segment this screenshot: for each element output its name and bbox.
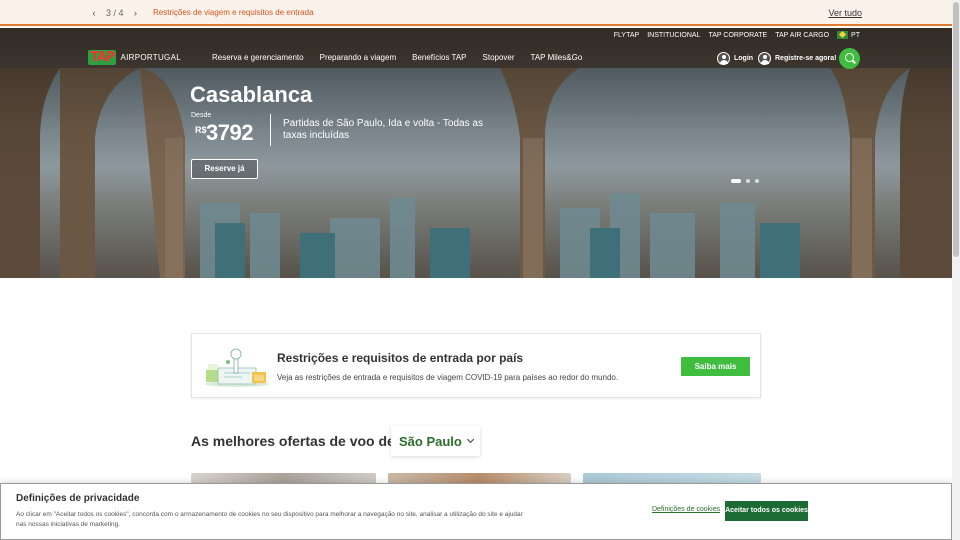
- nav-item-miles-go[interactable]: TAP Miles&Go: [531, 53, 583, 62]
- hero-currency: R$: [195, 125, 207, 135]
- privacy-text: Ao clicar em "Aceitar todos os cookies",…: [16, 511, 523, 528]
- top-link-tap-corporate[interactable]: TAP CORPORATE: [709, 32, 768, 39]
- user-icon: [717, 52, 730, 65]
- cookie-settings-link[interactable]: Definições de cookies: [652, 506, 720, 513]
- tap-logo-text: AIRPORTUGAL: [120, 53, 181, 62]
- top-utility-nav: FLYTAP INSTITUCIONAL TAP CORPORATE TAP A…: [614, 31, 860, 39]
- chevron-left-icon[interactable]: ‹: [88, 7, 100, 19]
- login-label: Login: [734, 55, 754, 62]
- carousel-dot-3[interactable]: [755, 179, 759, 183]
- register-label: Registre-se agora!: [775, 55, 837, 62]
- nav-item-stopover[interactable]: Stopover: [483, 53, 515, 62]
- user-add-icon: [758, 52, 771, 65]
- tap-logo-mark: TAP: [88, 50, 117, 65]
- learn-more-button[interactable]: Saiba mais: [681, 357, 750, 376]
- top-link-institucional[interactable]: INSTITUCIONAL: [647, 32, 700, 39]
- restrictions-title: Restrições e requisitos de entrada por p…: [277, 351, 524, 365]
- top-link-tap-air-cargo[interactable]: TAP AIR CARGO: [775, 32, 829, 39]
- register-button[interactable]: Registre-se agora!: [758, 52, 836, 65]
- hero-from-label: Desde: [191, 112, 212, 119]
- chevron-right-icon[interactable]: ›: [130, 7, 142, 19]
- hero-description: Partidas de São Paulo, Ida e volta - Tod…: [283, 118, 483, 141]
- travel-info-illustration: [205, 348, 269, 387]
- restrictions-text: Veja as restrições de entrada e requisit…: [277, 373, 619, 382]
- restrictions-card: Restrições e requisitos de entrada por p…: [191, 333, 761, 398]
- login-button[interactable]: Login: [717, 52, 753, 65]
- nav-item-reserva[interactable]: Reserva e gerenciamento: [212, 53, 304, 62]
- top-link-flytap[interactable]: FLYTAP: [614, 32, 639, 39]
- tap-logo[interactable]: TAP AIRPORTUGAL: [88, 50, 181, 65]
- hero-city-title: Casablanca: [190, 82, 313, 107]
- carousel-dot-1[interactable]: [731, 179, 741, 183]
- carousel-dot-2[interactable]: [746, 179, 750, 183]
- language-label: PT: [851, 31, 860, 39]
- hero-shade: [0, 28, 952, 278]
- carousel-indicators: [731, 179, 759, 183]
- notice-bar: ‹ 3 / 4 › Restrições de viagem e requisi…: [0, 0, 952, 26]
- reserve-now-button[interactable]: Reserve já: [191, 159, 258, 179]
- notice-message-link[interactable]: Restrições de viagem e requisitos de ent…: [153, 0, 314, 26]
- privacy-title: Definições de privacidade: [16, 493, 140, 504]
- nav-item-preparando[interactable]: Preparando a viagem: [320, 53, 397, 62]
- hero-banner: FLYTAP INSTITUCIONAL TAP CORPORATE TAP A…: [0, 28, 952, 278]
- notice-counter: 3 / 4: [106, 8, 124, 18]
- accept-all-cookies-button[interactable]: Aceitar todos os cookies: [725, 501, 808, 521]
- origin-city-dropdown[interactable]: São Paulo: [391, 426, 480, 456]
- chevron-down-icon: [466, 435, 474, 444]
- page-scrollbar[interactable]: [952, 0, 960, 540]
- language-selector[interactable]: PT: [837, 31, 860, 39]
- hero-divider: [270, 114, 271, 146]
- see-all-link[interactable]: Ver tudo: [828, 0, 862, 26]
- main-nav: Reserva e gerenciamento Preparando a via…: [212, 53, 582, 62]
- origin-city-value: São Paulo: [399, 433, 462, 449]
- scrollbar-thumb[interactable]: [953, 2, 959, 257]
- hero-price: 3792: [206, 120, 253, 145]
- brazil-flag-icon: [837, 31, 849, 39]
- notice-pager: ‹ 3 / 4 ›: [88, 0, 142, 26]
- nav-item-beneficios[interactable]: Benefícios TAP: [412, 53, 466, 62]
- offers-heading: As melhores ofertas de voo de: [191, 433, 395, 449]
- cookie-consent-banner: Definições de privacidade Ao clicar em "…: [0, 483, 952, 540]
- search-icon[interactable]: [839, 48, 860, 69]
